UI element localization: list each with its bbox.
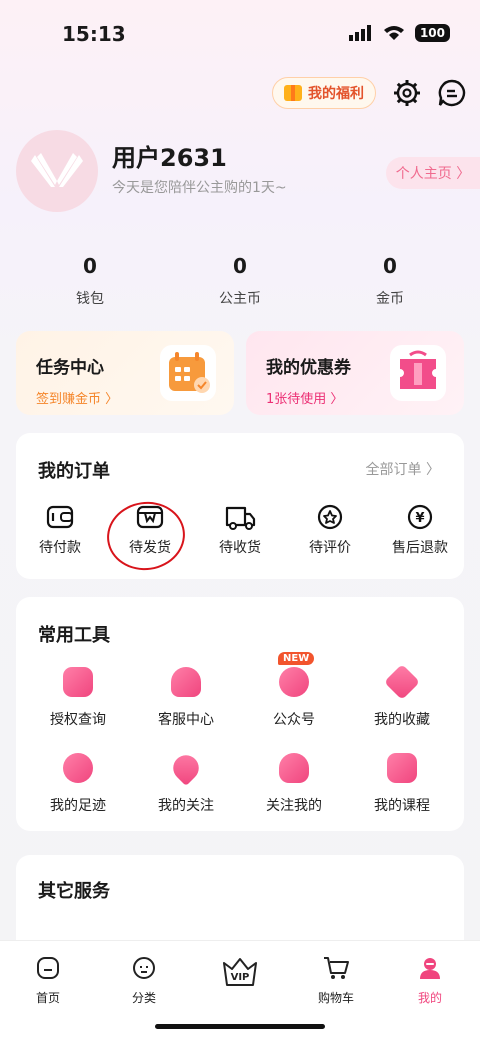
all-orders-link[interactable]: 全部订单 〉 — [366, 459, 440, 479]
tab-cart[interactable]: 购物车 — [296, 955, 376, 1006]
battery-indicator: 100 — [414, 24, 450, 42]
cart-icon — [324, 957, 349, 979]
companion-days-text: 今天是您陪伴公主购的1天~ — [112, 180, 287, 196]
tab-me[interactable]: 我的 — [390, 955, 470, 1006]
tool-label: 我的课程 — [374, 798, 430, 814]
tools-title: 常用工具 — [38, 625, 110, 646]
wifi-icon — [383, 26, 404, 40]
course-icon — [387, 753, 417, 783]
task-center-card[interactable]: 任务中心 签到赚金币 〉 — [16, 331, 234, 415]
order-pending-receipt[interactable]: 待收货 — [200, 503, 280, 557]
stat-label: 金币 — [376, 291, 404, 307]
stat-value: 0 — [383, 254, 397, 278]
calendar-icon — [160, 345, 216, 401]
tool-official-account[interactable]: 公众号 — [246, 667, 342, 729]
order-pending-review[interactable]: 待评价 — [290, 503, 370, 557]
stat-wallet[interactable]: 0 钱包 — [30, 254, 150, 308]
headset-icon — [171, 667, 201, 697]
welfare-label: 我的福利 — [308, 86, 364, 102]
new-badge: NEW — [278, 652, 315, 665]
shield-search-icon — [63, 667, 93, 697]
order-label: 待收货 — [219, 540, 261, 556]
stat-label: 公主币 — [219, 291, 261, 307]
signal-icon — [348, 25, 371, 41]
tab-label: 首页 — [35, 991, 60, 1005]
tool-my-footprints[interactable]: 我的足迹 — [30, 753, 126, 815]
yuan-refund-icon: ¥ — [407, 504, 433, 530]
tool-label: 客服中心 — [158, 712, 214, 728]
order-after-sales-refund[interactable]: ¥ 售后退款 — [380, 503, 460, 557]
tool-label: 公众号 — [273, 712, 315, 728]
status-time: 15:13 — [62, 22, 126, 46]
my-orders-card: 我的订单 全部订单 〉 待付款 待发货 待收货 待评价 ¥ 售后退款 — [16, 433, 464, 579]
tool-customer-service[interactable]: 客服中心 — [138, 667, 234, 729]
wings-logo-icon — [31, 153, 83, 187]
me-icon — [420, 958, 440, 979]
tab-category[interactable]: 分类 — [104, 955, 184, 1006]
tool-my-favorites[interactable]: 我的收藏 — [354, 663, 450, 729]
tool-label: 关注我的 — [266, 798, 322, 814]
stat-value: 0 — [83, 254, 97, 278]
footprint-icon — [63, 753, 93, 783]
status-icons: 100 — [348, 24, 450, 42]
personal-homepage-button[interactable]: 个人主页 〉 — [386, 157, 480, 189]
username: 用户2631 — [112, 144, 227, 172]
tool-label: 我的关注 — [158, 798, 214, 814]
tool-my-courses[interactable]: 我的课程 — [354, 753, 450, 815]
stat-gold-coin[interactable]: 0 金币 — [330, 254, 450, 308]
stat-label: 钱包 — [76, 291, 104, 307]
truck-icon — [225, 506, 256, 530]
tab-vip[interactable]: VIP — [200, 955, 280, 993]
stat-princess-coin[interactable]: 0 公主币 — [180, 254, 300, 308]
svg-text:¥: ¥ — [415, 511, 424, 526]
tab-label: 购物车 — [317, 991, 354, 1005]
order-label: 售后退款 — [392, 540, 448, 556]
gift-icon — [284, 85, 302, 101]
wallet-icon — [46, 505, 74, 529]
settings-gear-icon[interactable] — [392, 78, 422, 108]
tab-label: 分类 — [131, 991, 156, 1005]
tool-label: 我的足迹 — [50, 798, 106, 814]
order-label: 待付款 — [39, 540, 81, 556]
coupon-ticket-icon — [390, 345, 446, 401]
home-icon — [37, 957, 59, 979]
tool-my-followers[interactable]: 关注我的 — [246, 753, 342, 815]
orders-title: 我的订单 — [38, 461, 110, 482]
my-coupons-card[interactable]: 我的优惠券 1张待使用 〉 — [246, 331, 464, 415]
star-review-icon — [317, 504, 343, 530]
category-icon — [133, 957, 155, 979]
heart-icon — [167, 749, 205, 787]
other-services-title: 其它服务 — [38, 881, 110, 902]
star-icon — [383, 663, 421, 701]
stat-value: 0 — [233, 254, 247, 278]
avatar[interactable] — [16, 130, 98, 212]
common-tools-card: 常用工具 授权查询 客服中心 公众号 我的收藏 我的足迹 我的关注 关注我的 我… — [16, 597, 464, 831]
my-welfare-button[interactable]: 我的福利 — [272, 77, 376, 109]
chat-bubbles-icon — [279, 667, 309, 697]
tool-label: 授权查询 — [50, 712, 106, 728]
message-icon[interactable] — [437, 78, 467, 108]
vip-text: VIP — [231, 972, 250, 983]
tool-my-follows[interactable]: 我的关注 — [138, 749, 234, 815]
order-pending-payment[interactable]: 待付款 — [20, 503, 100, 557]
tool-label: 我的收藏 — [374, 712, 430, 728]
order-label: 待评价 — [309, 540, 351, 556]
tool-authorization-query[interactable]: 授权查询 — [30, 667, 126, 729]
home-indicator — [155, 1024, 325, 1029]
vip-crown-icon: VIP — [223, 958, 257, 986]
users-icon — [279, 753, 309, 783]
tab-label: 我的 — [417, 991, 442, 1005]
tab-home[interactable]: 首页 — [8, 955, 88, 1006]
